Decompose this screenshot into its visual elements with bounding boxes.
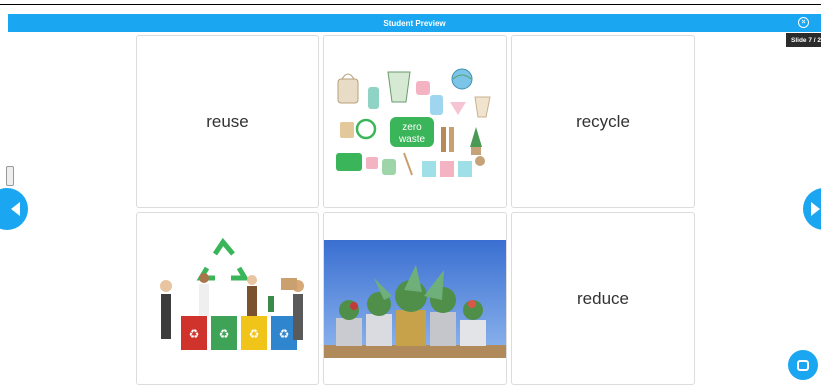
slide-indicator: Slide 7 / 20: [786, 33, 821, 47]
card-word: recycle: [576, 111, 630, 131]
chevron-right-icon: [811, 202, 820, 216]
people-recycling-bins-illustration: ♻ ♻ ♻ ♻: [159, 237, 304, 350]
card-word: reuse: [206, 111, 249, 131]
svg-text:waste: waste: [398, 134, 426, 145]
card-zero-waste-image[interactable]: zero waste: [323, 35, 507, 208]
card-word: reduce: [577, 288, 629, 308]
close-circle-icon[interactable]: ×: [798, 17, 809, 28]
window-spacer: [0, 5, 821, 14]
zero-waste-label: zero: [402, 122, 422, 133]
next-slide-button[interactable]: [803, 188, 821, 230]
card-reduce[interactable]: reduce: [511, 212, 695, 385]
chat-button[interactable]: [788, 350, 818, 380]
plants-in-tin-cans-photo: [324, 239, 506, 358]
card-recycle[interactable]: recycle: [511, 35, 695, 208]
chevron-left-icon: [11, 202, 20, 216]
card-reuse[interactable]: reuse: [136, 35, 319, 208]
svg-text:♻: ♻: [278, 327, 289, 341]
matching-cards-grid: reuse zero waste recycle ♻ ♻ ♻ ♻ reduce: [136, 35, 696, 385]
svg-text:♻: ♻: [248, 327, 259, 341]
prev-slide-button[interactable]: [0, 188, 28, 230]
svg-text:♻: ♻: [218, 327, 229, 341]
zero-waste-illustration: zero waste: [336, 68, 491, 177]
preview-title: Student Preview: [383, 18, 446, 28]
student-preview-bar: Student Preview ×: [8, 14, 821, 32]
card-plant-cans-image[interactable]: [323, 212, 507, 385]
card-recycling-people-image[interactable]: ♻ ♻ ♻ ♻: [136, 212, 319, 385]
chat-icon: [797, 359, 809, 371]
side-panel-handle[interactable]: [6, 166, 14, 186]
svg-text:♻: ♻: [188, 327, 199, 341]
